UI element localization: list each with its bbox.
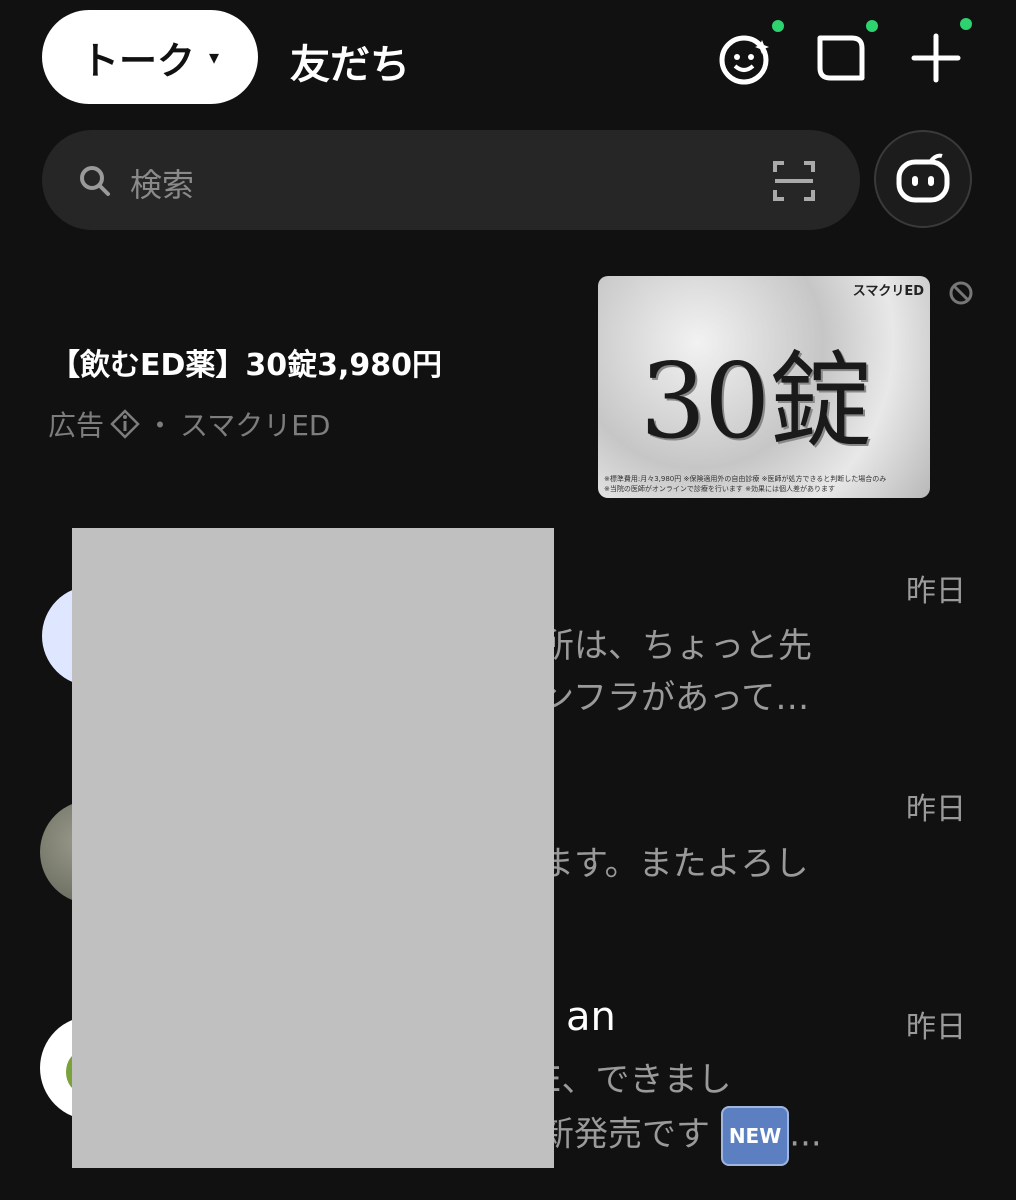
bot-icon: [896, 153, 950, 203]
ad-meta: 広告 ・ スマクリED: [48, 404, 330, 444]
chat-time: 昨日: [906, 574, 966, 609]
tab-friends[interactable]: 友だち: [290, 32, 410, 90]
chat-name: an: [566, 994, 616, 1040]
search-placeholder: 検索: [130, 166, 195, 204]
search-icon: [80, 166, 110, 196]
ad-separator: ・: [146, 409, 175, 442]
tab-talk[interactable]: トーク ▾: [42, 10, 258, 104]
notification-dot: [772, 20, 784, 32]
ad-image-fine-print: ※標準費用:月々3,980円 ※保険適用外の自由診療 ※医師が処方できると判断し…: [604, 475, 887, 493]
ad-title[interactable]: 【飲むED薬】30錠3,980円: [50, 340, 442, 384]
face-sparkle-icon[interactable]: [716, 20, 784, 88]
plus-icon[interactable]: [906, 18, 972, 88]
ad-label: 広告: [48, 409, 105, 442]
ad-image[interactable]: スマクリED 30錠 ※標準費用:月々3,980円 ※保険適用外の自由診療 ※医…: [598, 276, 930, 498]
qr-scan-icon[interactable]: [772, 160, 816, 202]
notification-dot: [960, 18, 972, 30]
ad-image-headline: 30錠: [640, 340, 872, 462]
chat-preview: 所は、ちょっと先 ンフラがあって…: [540, 626, 812, 718]
ad-info-icon[interactable]: [110, 409, 140, 439]
bot-button[interactable]: [874, 130, 972, 228]
chat-preview: ます。またよろし: [540, 844, 809, 884]
ad-advertiser: スマクリED: [180, 409, 331, 442]
ad-image-brand: スマクリED: [852, 284, 924, 299]
notification-dot: [866, 20, 878, 32]
tab-talk-label: トーク: [80, 38, 195, 83]
new-badge: NEW: [720, 1106, 790, 1166]
chat-bubble-square-icon[interactable]: [812, 20, 878, 88]
chat-time: 昨日: [906, 1010, 966, 1045]
chat-time: 昨日: [906, 792, 966, 827]
redaction-box: [72, 528, 554, 1168]
chat-preview: E、できまし 新発売です NEW...: [540, 1054, 822, 1166]
search-input[interactable]: 検索: [42, 130, 860, 230]
chevron-down-icon: ▾: [208, 45, 220, 69]
block-icon[interactable]: [948, 280, 974, 306]
